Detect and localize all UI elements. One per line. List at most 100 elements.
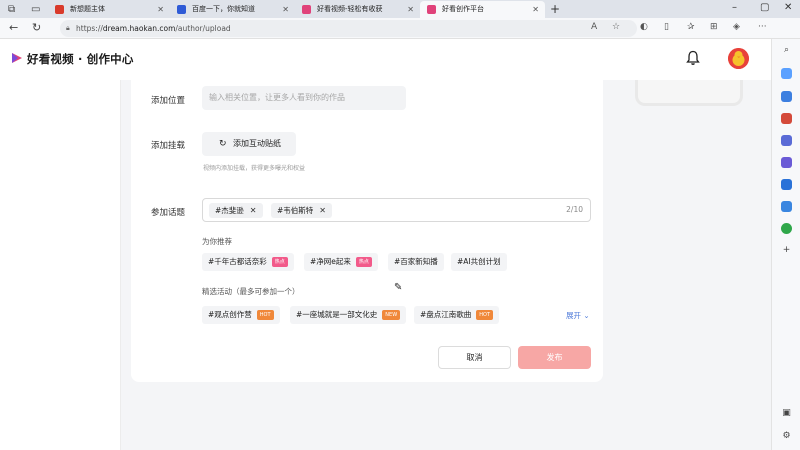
read-aloud-icon[interactable]: A <box>591 22 597 32</box>
topic-count: 2/10 <box>566 205 583 214</box>
user-avatar[interactable] <box>728 48 749 69</box>
tab-favicon-icon <box>55 5 64 14</box>
url-path: /author/upload <box>175 24 231 33</box>
activity-badge: HOT <box>256 310 274 320</box>
close-tab-icon[interactable]: ✕ <box>532 1 539 18</box>
hot-badge: 热点 <box>271 257 288 267</box>
topic-chip: #韦伯斯特 ✕ <box>271 203 332 218</box>
browser-tab-4-active[interactable]: 好看创作平台 ✕ <box>420 1 545 18</box>
cart-icon[interactable] <box>781 201 792 212</box>
activity-badge: NEW <box>382 310 401 320</box>
topic-chip-text: #杰斐逊 <box>215 206 244 215</box>
tab-title: 百度一下，你就知道 <box>192 5 255 13</box>
upload-form-card <box>131 80 603 382</box>
activity-topic[interactable]: #观点创作营 HOT <box>202 306 280 324</box>
recommended-topic[interactable]: #千年古都话奈彩 热点 <box>202 253 294 271</box>
location-label: 添加位置 <box>151 96 186 106</box>
edge-sidebar: ⌕ + ▣ ⚙ <box>771 39 800 450</box>
favorites-icon[interactable]: ✰ <box>687 22 695 32</box>
tab-favicon-icon <box>177 5 186 14</box>
tab-title: 好看视频-轻松有收获 <box>317 5 383 13</box>
sidebar-app-icon[interactable] <box>781 223 792 234</box>
more-menu-icon[interactable]: ··· <box>758 22 767 32</box>
search-icon[interactable]: ⌕ <box>781 45 792 56</box>
collections-icon[interactable]: ⊞ <box>710 22 718 32</box>
recommended-topic-text: #净网e起来 <box>310 257 351 266</box>
new-tab-icon[interactable]: + <box>550 2 560 16</box>
back-icon[interactable]: ← <box>9 21 18 34</box>
edit-pencil-icon: ✎ <box>394 282 403 293</box>
hot-badge: 热点 <box>355 257 372 267</box>
split-screen-icon[interactable]: ▯ <box>664 22 669 32</box>
add-sticker-label: 添加互动贴纸 <box>233 139 281 148</box>
recommended-topic-text: #千年古都话奈彩 <box>208 257 267 266</box>
topic-input-box[interactable]: #杰斐逊 ✕ #韦伯斯特 ✕ 2/10 <box>202 198 591 222</box>
publish-button[interactable]: 发布 <box>518 346 591 369</box>
games-icon[interactable] <box>781 135 792 146</box>
recommended-topic[interactable]: #百家新知播 <box>388 253 444 271</box>
tab-favicon-icon <box>427 5 436 14</box>
refresh-icon[interactable]: ↻ <box>32 21 41 34</box>
close-tab-icon[interactable]: ✕ <box>282 1 289 18</box>
address-bar-row: ← ↻ 🔒︎ https://dream.haokan.com/author/u… <box>0 18 800 39</box>
topic-chip-text: #韦伯斯特 <box>277 206 314 215</box>
remove-topic-icon[interactable]: ✕ <box>250 206 257 215</box>
sidebar-app-icon[interactable] <box>781 68 792 79</box>
cancel-button[interactable]: 取消 <box>438 346 511 369</box>
copilot-icon[interactable]: ◈ <box>733 22 740 32</box>
recommended-topic[interactable]: #AI共创计划 <box>451 253 507 271</box>
expand-activities-link[interactable]: 展开 ⌄ <box>566 310 590 321</box>
browser-tab-1[interactable]: 新想题主体 ✕ <box>48 1 170 18</box>
browser-tab-3[interactable]: 好看视频-轻松有收获 ✕ <box>295 1 420 18</box>
outlook-icon[interactable] <box>781 179 792 190</box>
topics-label: 参加话题 <box>151 208 186 218</box>
site-header: 好看视频 · 创作中心 <box>0 39 771 80</box>
activities-title: 精选活动（最多可参加一个） <box>202 287 300 296</box>
site-title[interactable]: 好看视频 · 创作中心 <box>27 51 134 67</box>
extension-icon[interactable]: ◐ <box>640 22 648 32</box>
recommended-topic[interactable]: #净网e起来 热点 <box>304 253 378 271</box>
add-sidebar-app-icon[interactable]: + <box>781 245 792 256</box>
sidebar-layout-icon[interactable]: ▣ <box>781 408 792 419</box>
left-navigation <box>0 80 121 450</box>
recommended-topic-text: #AI共创计划 <box>457 257 501 266</box>
avatar-duck-icon <box>728 48 749 69</box>
tab-actions-icon[interactable]: ▭ <box>31 4 40 15</box>
tab-title: 新想题主体 <box>70 5 105 13</box>
add-sticker-button[interactable]: ↻ 添加互动贴纸 <box>202 132 296 156</box>
topic-chip: #杰斐逊 ✕ <box>209 203 263 218</box>
close-window-icon[interactable]: ✕ <box>784 2 792 13</box>
lock-icon: 🔒︎ <box>66 24 70 32</box>
chevron-down-icon: ⌄ <box>583 311 590 320</box>
recommend-title: 为你推荐 <box>202 237 232 246</box>
browser-tab-2[interactable]: 百度一下，你就知道 ✕ <box>170 1 295 18</box>
activity-topic-text: #一座城就是一部文化史 <box>296 310 378 319</box>
settings-gear-icon[interactable]: ⚙ <box>781 431 792 442</box>
haokan-logo-icon[interactable] <box>11 52 23 64</box>
activity-badge: HOT <box>476 310 494 320</box>
location-input[interactable]: 输入相关位置，让更多人看到你的作品 <box>202 86 406 110</box>
minimize-icon[interactable]: – <box>732 2 737 13</box>
workspaces-icon[interactable]: ⧉ <box>8 4 15 15</box>
maximize-icon[interactable]: ▢ <box>760 2 769 13</box>
url-field[interactable]: 🔒︎ https://dream.haokan.com/author/uploa… <box>60 20 637 37</box>
activity-topic-text: #观点创作营 <box>208 310 252 319</box>
refresh-arrow-icon: ↻ <box>219 139 227 149</box>
activity-topic[interactable]: #一座城就是一部文化史 NEW <box>290 306 407 324</box>
sidebar-app-icon[interactable] <box>781 91 792 102</box>
activity-topic[interactable]: #盘点江南歌曲 HOT <box>414 306 500 324</box>
notification-bell-icon[interactable] <box>686 50 700 66</box>
shopping-icon[interactable] <box>781 113 792 124</box>
remove-topic-icon[interactable]: ✕ <box>319 206 326 215</box>
sidebar-app-icon[interactable] <box>781 157 792 168</box>
mount-label: 添加挂载 <box>151 141 186 151</box>
expand-label: 展开 <box>566 311 581 320</box>
close-tab-icon[interactable]: ✕ <box>407 1 414 18</box>
activity-topic-text: #盘点江南歌曲 <box>420 310 472 319</box>
mount-hint: 视频内添加挂载，获得更多曝光和权益 <box>203 165 306 172</box>
tab-title: 好看创作平台 <box>442 5 484 13</box>
recommended-topic-text: #百家新知播 <box>394 257 438 266</box>
close-tab-icon[interactable]: ✕ <box>157 1 164 18</box>
url-prefix: https:// <box>76 24 103 33</box>
favorite-star-icon[interactable]: ☆ <box>612 22 620 32</box>
